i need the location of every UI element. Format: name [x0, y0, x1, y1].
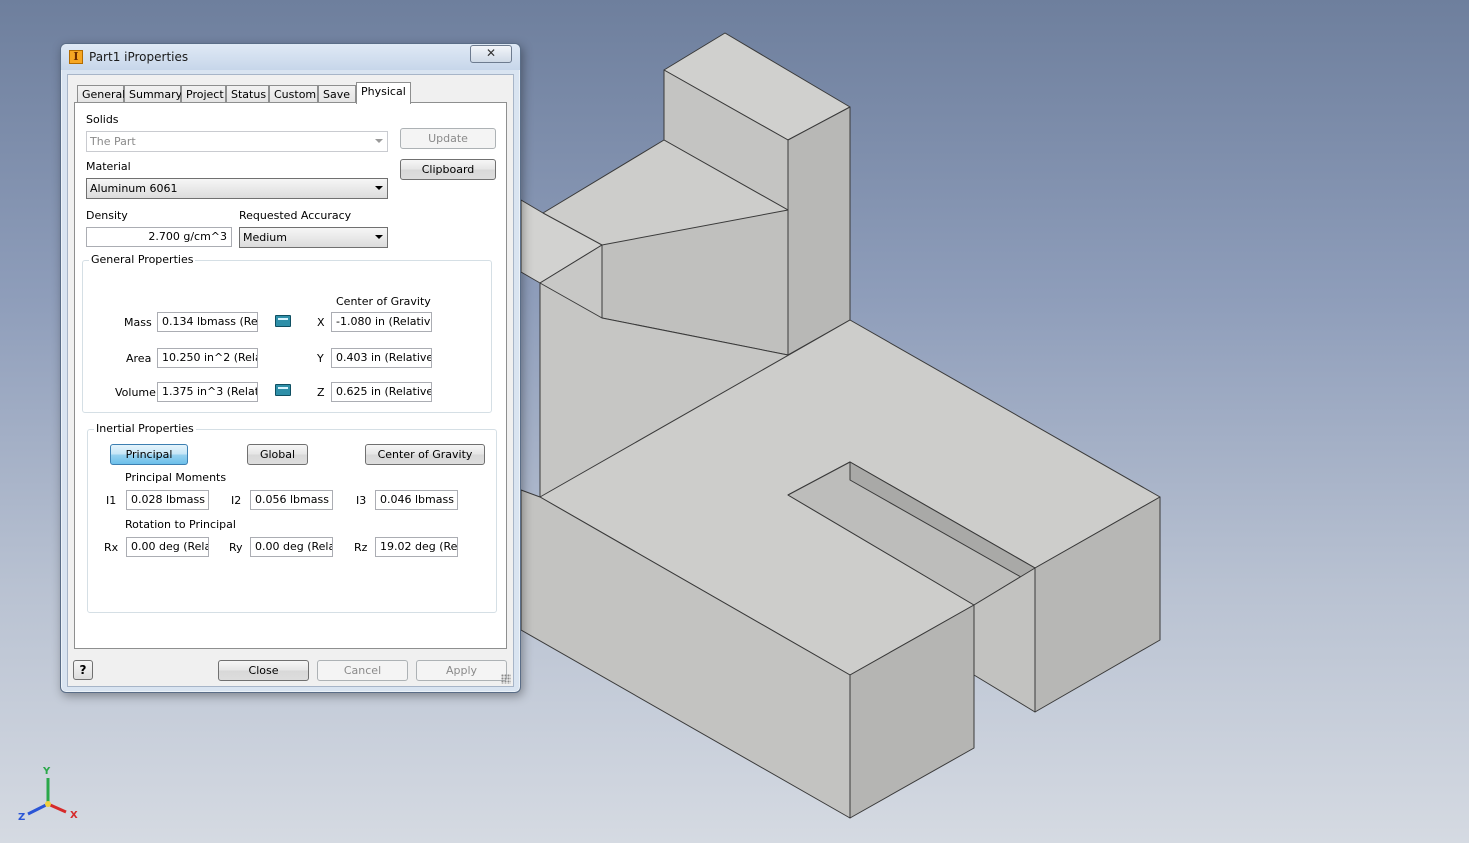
density-label: Density	[86, 209, 128, 222]
rotation-to-principal-label: Rotation to Principal	[125, 518, 236, 531]
i1-field[interactable]: 0.028 lbmass in	[126, 490, 209, 510]
tab-status[interactable]: Status	[226, 85, 269, 103]
cog-z-field[interactable]: 0.625 in (Relative E	[331, 382, 432, 402]
tab-project[interactable]: Project	[181, 85, 226, 103]
calculator-icon[interactable]	[275, 315, 291, 327]
iproperties-dialog: I Part1 iProperties ✕ General Summary Pr…	[60, 43, 521, 693]
chevron-down-icon	[375, 186, 383, 190]
i3-label: I3	[356, 494, 367, 507]
x-label: X	[317, 316, 325, 329]
area-field[interactable]: 10.250 in^2 (Relati	[157, 348, 258, 368]
cog-x-field[interactable]: -1.080 in (Relative	[331, 312, 432, 332]
inertial-properties-group: Inertial Properties Principal Global Cen…	[87, 422, 497, 613]
chevron-down-icon	[375, 139, 383, 143]
tab-physical[interactable]: Physical	[356, 82, 411, 104]
rx-field[interactable]: 0.00 deg (Relat	[126, 537, 209, 557]
material-value: Aluminum 6061	[90, 182, 178, 195]
calculator-icon[interactable]	[275, 384, 291, 396]
update-button[interactable]: Update	[400, 128, 496, 149]
y-label: Y	[317, 352, 324, 365]
z-label: Z	[317, 386, 325, 399]
view-axis-triad: Y X Z	[16, 766, 80, 826]
inventor-app-icon: I	[69, 50, 83, 64]
chevron-down-icon	[375, 235, 383, 239]
model-face	[787, 106, 851, 356]
clipboard-button[interactable]: Clipboard	[400, 159, 496, 180]
tab-general[interactable]: General	[77, 85, 125, 103]
rz-field[interactable]: 19.02 deg (Rela	[375, 537, 458, 557]
dialog-title: Part1 iProperties	[89, 50, 189, 64]
cog-y-field[interactable]: 0.403 in (Relative E	[331, 348, 432, 368]
apply-button[interactable]: Apply	[416, 660, 507, 681]
general-properties-title: General Properties	[89, 253, 196, 266]
solids-dropdown: The Part	[86, 131, 388, 152]
center-of-gravity-button[interactable]: Center of Gravity	[365, 444, 485, 465]
mass-field[interactable]: 0.134 lbmass (Rela	[157, 312, 258, 332]
tab-summary[interactable]: Summary	[124, 85, 182, 103]
inertial-properties-title: Inertial Properties	[94, 422, 196, 435]
tab-save[interactable]: Save	[318, 85, 356, 103]
global-button[interactable]: Global	[247, 444, 308, 465]
help-button[interactable]: ?	[73, 660, 93, 680]
cancel-button[interactable]: Cancel	[317, 660, 408, 681]
density-field[interactable]: 2.700 g/cm^3	[86, 227, 232, 247]
accuracy-value: Medium	[243, 231, 287, 244]
ry-label: Ry	[229, 541, 243, 554]
solids-value: The Part	[90, 135, 136, 148]
triad-x-label: X	[70, 810, 78, 821]
tab-custom[interactable]: Custom	[269, 85, 318, 103]
window-close-button[interactable]: ✕	[470, 45, 512, 63]
accuracy-label: Requested Accuracy	[239, 209, 352, 222]
i3-field[interactable]: 0.046 lbmass in	[375, 490, 458, 510]
dialog-titlebar[interactable]: I Part1 iProperties ✕	[61, 44, 520, 70]
principal-moments-label: Principal Moments	[125, 471, 227, 484]
i2-field[interactable]: 0.056 lbmass in	[250, 490, 333, 510]
resize-grip[interactable]	[501, 674, 511, 684]
volume-field[interactable]: 1.375 in^3 (Relativ	[157, 382, 258, 402]
i1-label: I1	[106, 494, 117, 507]
area-label: Area	[126, 352, 152, 365]
material-dropdown[interactable]: Aluminum 6061	[86, 178, 388, 199]
general-properties-group: General Properties Center of Gravity Mas…	[82, 253, 492, 413]
physical-tab-page: Solids The Part Update Clipboard Materia…	[74, 102, 507, 649]
rx-label: Rx	[104, 541, 119, 554]
principal-button[interactable]: Principal	[110, 444, 188, 465]
triad-z-label: Z	[18, 812, 26, 823]
close-button[interactable]: Close	[218, 660, 309, 681]
mass-label: Mass	[124, 316, 152, 329]
solids-label: Solids	[86, 113, 119, 126]
triad-y-label: Y	[43, 766, 51, 777]
rz-label: Rz	[354, 541, 368, 554]
material-label: Material	[86, 160, 131, 173]
help-icon: ?	[79, 663, 87, 677]
ry-field[interactable]: 0.00 deg (Relat	[250, 537, 333, 557]
volume-label: Volume	[115, 386, 156, 399]
i2-label: I2	[231, 494, 242, 507]
dialog-client: General Summary Project Status Custom Sa…	[67, 74, 514, 687]
accuracy-dropdown[interactable]: Medium	[239, 227, 388, 248]
cog-label: Center of Gravity	[336, 295, 431, 308]
